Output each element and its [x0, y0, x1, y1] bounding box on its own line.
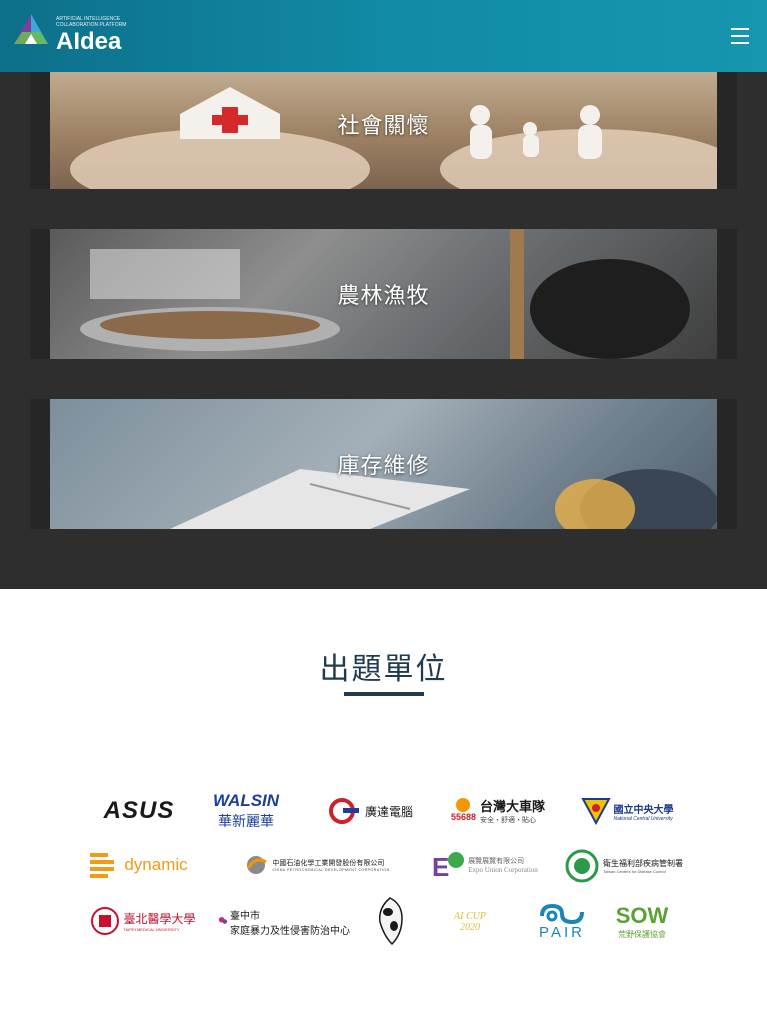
sponsor-text: 國立中央大學	[613, 804, 674, 816]
category-card-wrap: 庫存維修	[30, 399, 737, 529]
sponsor-logo-taiwan-cdc[interactable]: 衛生福利部疾病管制署 Taiwan Centers for Disease Co…	[560, 849, 688, 883]
sponsor-logo-sow[interactable]: SOW 荒野保護協會	[610, 901, 674, 941]
sponsor-subtext: CHINA PETROCHEMICAL DEVELOPMENT CORPORAT…	[272, 868, 390, 872]
title-underline	[344, 692, 424, 696]
sponsor-subtext: Expo Union Corporation	[468, 866, 538, 874]
sponsor-text: SOW	[615, 902, 669, 928]
sponsor-subtext: 安全・舒適・貼心	[480, 816, 536, 824]
sponsor-logo-taiwan-taxi[interactable]: 55688 台灣大車隊 安全・舒適・貼心	[448, 793, 548, 827]
sponsor-logo-ai-cup[interactable]: AI CUP 2020	[438, 902, 502, 942]
category-card-wrap: 社會關懷	[30, 59, 737, 189]
sponsor-text: AI CUP	[454, 911, 486, 922]
taxi-mark: 55688	[451, 798, 476, 822]
svg-text:E: E	[432, 852, 449, 882]
cdc-emblem-icon	[565, 849, 599, 883]
sponsor-logo-expo-union[interactable]: E 展覽展覽有限公司 Expo Union Corporation	[426, 848, 542, 882]
sponsor-logo-asus[interactable]: ASUS	[92, 797, 186, 824]
sponsor-text: dynamic	[124, 855, 188, 874]
sponsor-subtext: 家庭暴力及性侵害防治中心	[230, 926, 350, 937]
taxi-dot-icon	[456, 798, 471, 812]
sponsor-subtext: National Central University	[613, 815, 673, 822]
sponsors-title: 出題單位	[319, 652, 448, 687]
pair-infinity-icon	[540, 903, 584, 924]
cow-taiwan-icon	[378, 897, 403, 946]
dynamic-stripes-icon	[90, 853, 115, 878]
sponsor-logo-dynamic[interactable]: dynamic	[84, 850, 194, 880]
sponsor-subtext: 2020	[460, 922, 480, 933]
sponsor-subtext: Taiwan Centers for Disease Control	[603, 869, 666, 874]
sponsor-subtext: TAIPEI MEDICAL UNIVERSITY	[123, 927, 180, 932]
brand-tagline: ARTIFICIAL INTELLIGENCE COLLABORATION PL…	[56, 16, 127, 28]
sponsor-logo-quanta[interactable]: 廣達電腦	[320, 798, 420, 824]
tmu-emblem-icon	[91, 907, 120, 935]
sponsor-logo-pair[interactable]: PAIR	[534, 900, 590, 942]
sponsor-subtext: 華新麗華	[218, 813, 274, 829]
sponsor-number: 55688	[450, 812, 476, 822]
category-card-wrap: 農林漁牧	[30, 229, 737, 359]
category-label: 農林漁牧	[337, 284, 430, 309]
ncu-emblem-icon	[580, 798, 611, 825]
sponsor-text: 廣達電腦	[364, 804, 413, 819]
sponsor-logo-tmu[interactable]: 臺北醫學大學 TAIPEI MEDICAL UNIVERSITY	[88, 905, 198, 937]
sponsor-text: ASUS	[103, 797, 175, 824]
sponsor-text: 衛生福利部疾病管制署	[603, 859, 683, 868]
sponsor-text: 展覽展覽有限公司	[468, 858, 525, 865]
category-section: 社會關懷 農林漁牧 庫存維修	[0, 0, 767, 589]
aidea-logo-icon[interactable]	[12, 12, 50, 50]
category-card-inventory[interactable]: 庫存維修	[50, 399, 717, 529]
taichung-heart-icon	[218, 917, 228, 924]
cpdc-emblem-icon	[247, 856, 268, 874]
sponsor-logo-taichung-center[interactable]: 臺中市 家庭暴力及性侵害防治中心	[218, 905, 350, 939]
sponsor-text: 台灣大車隊	[480, 798, 546, 814]
category-label: 庫存維修	[337, 454, 430, 479]
sponsor-text: 臺中市	[230, 911, 260, 922]
sponsor-text: 臺北醫學大學	[123, 912, 196, 926]
expo-union-icon: E	[432, 852, 465, 882]
sponsor-text: WALSIN	[212, 791, 280, 810]
category-label: 社會關懷	[337, 114, 430, 139]
brand-name[interactable]: AIdea	[56, 28, 121, 56]
sponsor-text: PAIR	[539, 923, 585, 941]
quanta-q-icon	[328, 798, 359, 824]
category-card-agriculture[interactable]: 農林漁牧	[50, 229, 717, 359]
sponsor-text: 中國石油化學工業開發股份有限公司	[272, 860, 385, 867]
sponsor-logo-cow-taiwan[interactable]	[372, 896, 410, 946]
site-header: ARTIFICIAL INTELLIGENCE COLLABORATION PL…	[0, 0, 767, 72]
sponsor-logo-walsin[interactable]: WALSIN 華新麗華	[210, 786, 282, 836]
sponsor-logo-cpdc[interactable]: 中國石油化學工業開發股份有限公司 CHINA PETROCHEMICAL DEV…	[232, 853, 402, 877]
sponsor-logo-ncu[interactable]: 國立中央大學 National Central University	[574, 796, 680, 826]
category-card-social-care[interactable]: 社會關懷	[50, 59, 717, 189]
sponsor-subtext: 荒野保護協會	[618, 929, 666, 939]
hamburger-menu-icon[interactable]	[731, 28, 749, 44]
